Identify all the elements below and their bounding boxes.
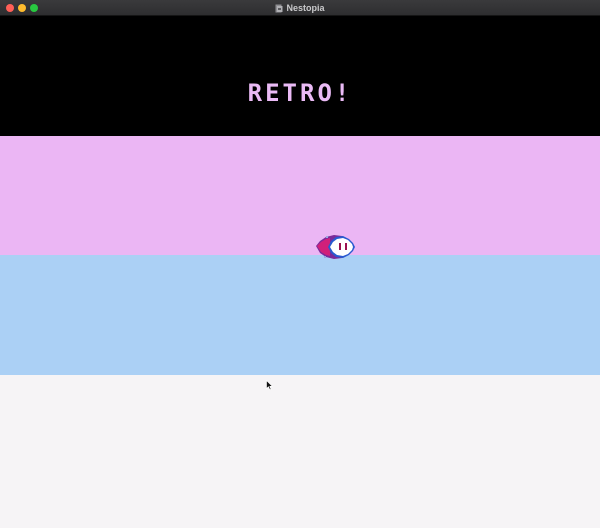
- nestopia-app-icon: [275, 4, 283, 12]
- emulator-window: Nestopia RETRO!: [0, 0, 600, 528]
- arrow-cursor-icon: [266, 380, 273, 391]
- window-title: Nestopia: [286, 3, 325, 13]
- title-bar[interactable]: Nestopia: [0, 0, 600, 16]
- stripe-white: [0, 375, 600, 528]
- stripe-pink: [0, 136, 600, 255]
- white-eye-fish-sprite: [316, 235, 355, 259]
- game-headline: RETRO!: [247, 79, 353, 107]
- window-title-group: Nestopia: [0, 0, 600, 16]
- stripe-blue: [0, 255, 600, 375]
- stripe-black: [0, 16, 600, 136]
